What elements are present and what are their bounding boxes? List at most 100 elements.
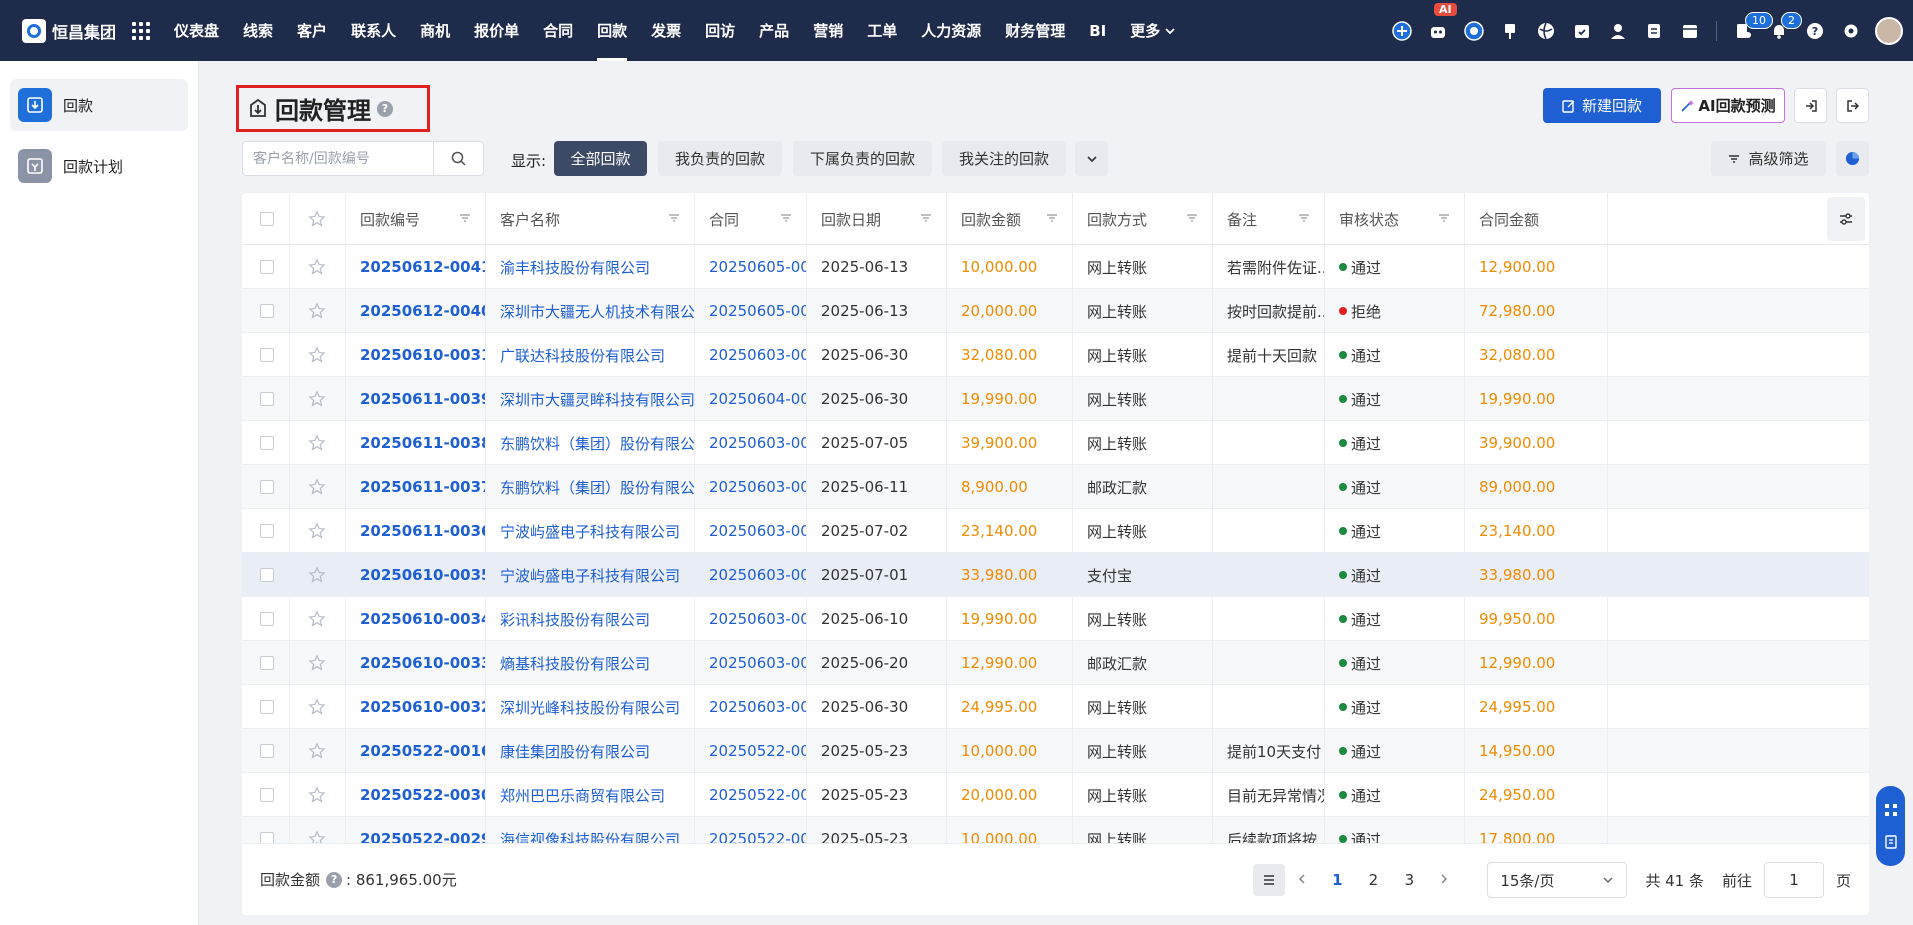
- table-row[interactable]: 20250612-0040深圳市大疆无人机技术有限公司20250605-0048…: [242, 289, 1869, 333]
- user-icon[interactable]: [1600, 0, 1636, 61]
- user-avatar[interactable]: [1875, 16, 1903, 45]
- star-icon[interactable]: [308, 258, 326, 276]
- calendar-icon[interactable]: [1672, 0, 1708, 61]
- row-checkbox[interactable]: [260, 700, 274, 714]
- search-button[interactable]: [433, 142, 483, 175]
- filter-sort-icon[interactable]: [1438, 212, 1450, 224]
- cell-customer[interactable]: 康佳集团股份有限公司: [486, 729, 695, 773]
- cell-no[interactable]: 20250610-0033: [346, 641, 486, 685]
- cell-contract[interactable]: 20250603-0041: [695, 465, 807, 509]
- nav-item[interactable]: 合同: [531, 0, 585, 61]
- nav-item[interactable]: 报价单: [462, 0, 531, 61]
- document-icon[interactable]: [1636, 0, 1672, 61]
- tab-followed-payments[interactable]: 我关注的回款: [942, 141, 1066, 176]
- row-checkbox[interactable]: [260, 304, 274, 318]
- sidebar-item-payment-plan[interactable]: 回款计划: [10, 140, 188, 192]
- cell-contract[interactable]: 20250605-0055: [695, 245, 807, 289]
- cell-customer[interactable]: 东鹏饮料（集团）股份有限公司: [486, 465, 695, 509]
- cell-contract[interactable]: 20250605-0048...: [695, 289, 807, 333]
- sidebar-item-payment[interactable]: 回款: [10, 79, 188, 131]
- cell-customer[interactable]: 宁波屿盛电子科技有限公司: [486, 509, 695, 553]
- select-all-checkbox[interactable]: [260, 212, 274, 226]
- star-icon[interactable]: [308, 786, 326, 804]
- table-row[interactable]: 20250610-0033熵基科技股份有限公司20250603-00372025…: [242, 641, 1869, 685]
- cell-no[interactable]: 20250610-0035: [346, 553, 486, 597]
- new-payment-button[interactable]: 新建回款: [1543, 88, 1661, 123]
- nav-item[interactable]: 回访: [693, 0, 747, 61]
- row-checkbox[interactable]: [260, 348, 274, 362]
- next-page-button[interactable]: [1427, 872, 1461, 888]
- cell-customer[interactable]: 深圳市大疆灵眸科技有限公司: [486, 377, 695, 421]
- table-row[interactable]: 20250612-0041渝丰科技股份有限公司20250605-00552025…: [242, 245, 1869, 289]
- cell-customer[interactable]: 渝丰科技股份有限公司: [486, 245, 695, 289]
- note-edit-icon[interactable]: [1884, 835, 1898, 849]
- import-button[interactable]: [1794, 88, 1827, 123]
- row-checkbox[interactable]: [260, 524, 274, 538]
- star-icon[interactable]: [308, 390, 326, 408]
- table-row[interactable]: 20250610-0035宁波屿盛电子科技有限公司20250603-003920…: [242, 553, 1869, 597]
- column-header[interactable]: 回款编号: [346, 193, 486, 245]
- table-row[interactable]: 20250522-0029海信视像科技股份有限公司20250522-003020…: [242, 817, 1869, 843]
- column-header[interactable]: 备注: [1213, 193, 1325, 245]
- table-row[interactable]: 20250611-0038东鹏饮料（集团）股份有限公司20250603-0042…: [242, 421, 1869, 465]
- chart-view-button[interactable]: [1836, 141, 1869, 176]
- nav-item[interactable]: 联系人: [339, 0, 408, 61]
- table-row[interactable]: 20250610-0032深圳光峰科技股份有限公司20250603-003620…: [242, 685, 1869, 729]
- column-header[interactable]: 审核状态: [1325, 193, 1465, 245]
- row-checkbox[interactable]: [260, 480, 274, 494]
- nav-more[interactable]: 更多: [1118, 0, 1188, 61]
- star-icon[interactable]: [308, 610, 326, 628]
- page-number[interactable]: 1: [1319, 871, 1355, 889]
- apps-grid-icon[interactable]: [132, 21, 151, 40]
- workflow-icon[interactable]: [1884, 803, 1898, 817]
- column-header[interactable]: 回款方式: [1073, 193, 1213, 245]
- column-header[interactable]: 合同: [695, 193, 807, 245]
- table-row[interactable]: 20250611-0039深圳市大疆灵眸科技有限公司20250604-0043.…: [242, 377, 1869, 421]
- export-button[interactable]: [1836, 88, 1869, 123]
- cell-no[interactable]: 20250612-0041: [346, 245, 486, 289]
- row-checkbox[interactable]: [260, 788, 274, 802]
- table-row[interactable]: 20250610-0031广联达科技股份有限公司20250603-0035202…: [242, 333, 1869, 377]
- tab-subordinate-payments[interactable]: 下属负责的回款: [793, 141, 932, 176]
- nav-item[interactable]: BI: [1077, 0, 1118, 61]
- row-checkbox[interactable]: [260, 568, 274, 582]
- cell-customer[interactable]: 熵基科技股份有限公司: [486, 641, 695, 685]
- cell-customer[interactable]: 东鹏饮料（集团）股份有限公司: [486, 421, 695, 465]
- row-checkbox[interactable]: [260, 832, 274, 843]
- star-icon[interactable]: [308, 434, 326, 452]
- chat-icon[interactable]: [1456, 0, 1492, 61]
- table-row[interactable]: 20250611-0037东鹏饮料（集团）股份有限公司20250603-0041…: [242, 465, 1869, 509]
- page-number[interactable]: 2: [1355, 871, 1391, 889]
- cell-contract[interactable]: 20250603-0035: [695, 333, 807, 377]
- row-checkbox[interactable]: [260, 260, 274, 274]
- star-icon[interactable]: [308, 566, 326, 584]
- advanced-filter-button[interactable]: 高级筛选: [1711, 141, 1826, 176]
- nav-item[interactable]: 营销: [801, 0, 855, 61]
- cell-no[interactable]: 20250611-0037: [346, 465, 486, 509]
- filter-sort-icon[interactable]: [668, 212, 680, 224]
- cell-contract[interactable]: 20250522-0031: [695, 773, 807, 817]
- ai-forecast-button[interactable]: AI回款预测: [1671, 88, 1785, 123]
- cell-customer[interactable]: 彩讯科技股份有限公司: [486, 597, 695, 641]
- filter-sort-icon[interactable]: [1046, 212, 1058, 224]
- filter-sort-icon[interactable]: [920, 212, 932, 224]
- cell-contract[interactable]: 20250603-0036: [695, 685, 807, 729]
- cell-no[interactable]: 20250610-0031: [346, 333, 486, 377]
- row-checkbox[interactable]: [260, 612, 274, 626]
- globe-icon[interactable]: [1528, 0, 1564, 61]
- cell-contract[interactable]: 20250603-0038: [695, 597, 807, 641]
- nav-item[interactable]: 产品: [747, 0, 801, 61]
- star-icon[interactable]: [308, 302, 326, 320]
- calendar-check-icon[interactable]: [1564, 0, 1600, 61]
- tab-all-payments[interactable]: 全部回款: [554, 141, 647, 176]
- cell-customer[interactable]: 海信视像科技股份有限公司: [486, 817, 695, 843]
- tab-my-payments[interactable]: 我负责的回款: [658, 141, 782, 176]
- star-icon[interactable]: [308, 478, 326, 496]
- page-size-select[interactable]: 15条/页: [1487, 862, 1628, 898]
- cell-customer[interactable]: 深圳市大疆无人机技术有限公司: [486, 289, 695, 333]
- filter-sort-icon[interactable]: [1298, 212, 1310, 224]
- pin-icon[interactable]: [1492, 0, 1528, 61]
- column-header[interactable]: 客户名称: [486, 193, 695, 245]
- total-help-icon[interactable]: ?: [326, 871, 343, 888]
- filter-sort-icon[interactable]: [459, 212, 471, 224]
